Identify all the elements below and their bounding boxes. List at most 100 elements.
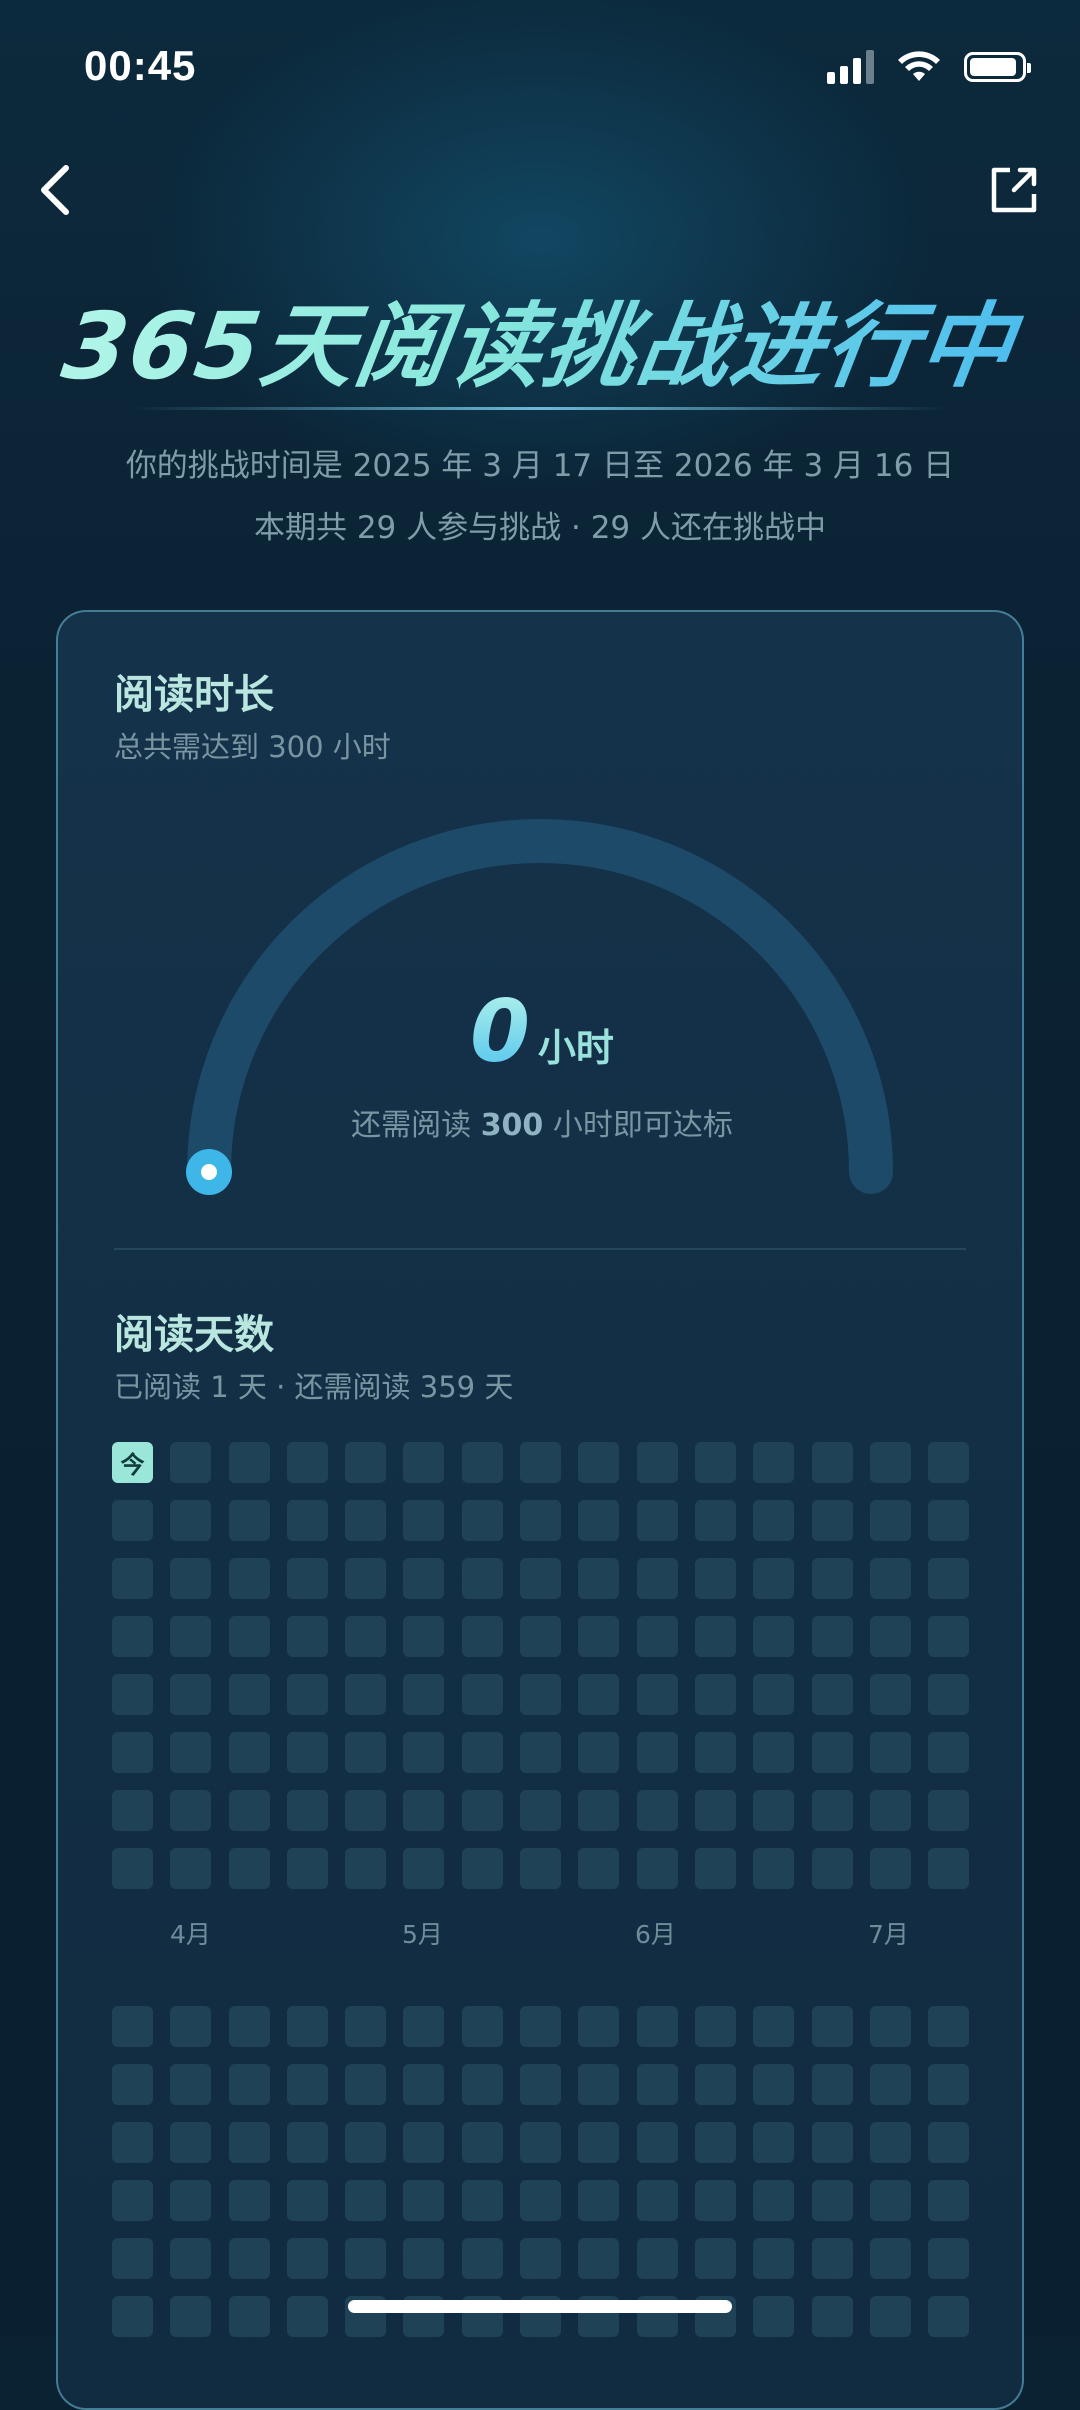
day-cell <box>869 1674 911 1715</box>
status-icons <box>827 50 1031 84</box>
day-cell <box>753 1500 795 1541</box>
day-cell <box>520 2180 562 2221</box>
day-cell <box>403 2006 445 2047</box>
day-cell <box>228 2064 270 2105</box>
day-cell <box>345 2006 387 2047</box>
day-cell <box>112 2006 153 2047</box>
day-cell <box>928 1790 970 1831</box>
day-cell <box>461 1442 503 1483</box>
day-cell <box>928 2006 970 2047</box>
day-cell <box>403 1790 445 1831</box>
day-cell <box>228 1616 270 1657</box>
day-cell <box>520 1848 562 1889</box>
day-cell <box>170 2122 212 2163</box>
day-cell <box>636 2064 678 2105</box>
day-cell <box>869 2296 911 2337</box>
day-cell <box>869 1732 911 1773</box>
day-cell <box>694 1790 736 1831</box>
day-cell <box>636 1674 678 1715</box>
home-indicator[interactable] <box>348 2300 732 2313</box>
day-cell <box>286 1442 328 1483</box>
day-cell <box>753 2180 795 2221</box>
day-cell <box>112 2296 153 2337</box>
day-cell <box>578 1848 620 1889</box>
day-cell <box>345 2122 387 2163</box>
day-cell <box>345 2238 387 2279</box>
day-cell <box>345 1616 387 1657</box>
day-cell <box>636 1558 678 1599</box>
day-cell <box>753 2238 795 2279</box>
day-cell <box>811 1848 853 1889</box>
day-cell <box>694 1558 736 1599</box>
reading-days-grid: 今 <box>112 1442 970 1889</box>
day-cell <box>811 2064 853 2105</box>
status-time: 00:45 <box>84 42 197 89</box>
day-cell <box>753 1558 795 1599</box>
day-cell <box>461 2122 503 2163</box>
day-cell <box>694 1732 736 1773</box>
day-cell <box>578 1674 620 1715</box>
day-cell <box>228 1848 270 1889</box>
day-cell <box>286 2006 328 2047</box>
day-cell <box>228 1732 270 1773</box>
day-cell <box>520 1732 562 1773</box>
day-cell <box>811 2006 853 2047</box>
day-cell <box>869 1848 911 1889</box>
day-cell <box>403 1442 445 1483</box>
day-cell <box>578 1790 620 1831</box>
day-cell <box>286 2296 328 2337</box>
day-cell <box>112 1674 153 1715</box>
day-cell <box>694 2238 736 2279</box>
day-cell <box>228 1790 270 1831</box>
day-cell <box>461 2238 503 2279</box>
day-cell <box>636 1848 678 1889</box>
day-cell <box>170 2296 212 2337</box>
gauge-knob-center <box>201 1164 217 1180</box>
day-cell <box>112 2064 153 2105</box>
day-cell <box>753 1732 795 1773</box>
day-cell <box>228 1500 270 1541</box>
day-cell <box>928 1674 970 1715</box>
day-cell <box>112 1790 153 1831</box>
day-cell <box>461 2180 503 2221</box>
day-cell <box>694 2064 736 2105</box>
month-labels: 4月 5月 6月 7月 <box>58 1915 1026 1955</box>
day-cell <box>170 1674 212 1715</box>
reading-days-title: 阅读天数 <box>114 1312 274 1358</box>
day-cell <box>403 2180 445 2221</box>
day-cell <box>869 2122 911 2163</box>
reading-hours-display: 0 小时 <box>58 982 1026 1082</box>
month-label: 4月 <box>170 1920 211 1949</box>
day-cell <box>345 2180 387 2221</box>
day-cell <box>753 1790 795 1831</box>
day-cell <box>811 1674 853 1715</box>
month-label: 5月 <box>402 1920 443 1949</box>
day-cell <box>520 2064 562 2105</box>
day-cell <box>286 2238 328 2279</box>
day-cell <box>578 2122 620 2163</box>
day-cell <box>578 1442 620 1483</box>
day-cell <box>112 1616 153 1657</box>
day-cell <box>753 2006 795 2047</box>
day-cell <box>928 2064 970 2105</box>
day-cell <box>461 1790 503 1831</box>
day-cell <box>636 2006 678 2047</box>
day-cell <box>112 1848 153 1889</box>
day-cell <box>811 2122 853 2163</box>
month-label: 6月 <box>635 1920 676 1949</box>
day-cell <box>228 2238 270 2279</box>
day-cell <box>403 2064 445 2105</box>
day-cell <box>520 2006 562 2047</box>
day-cell <box>578 2238 620 2279</box>
day-cell <box>461 1500 503 1541</box>
day-cell <box>112 2122 153 2163</box>
day-cell <box>170 1558 212 1599</box>
day-cell <box>811 1790 853 1831</box>
day-cell <box>869 1442 911 1483</box>
day-cell <box>170 2006 212 2047</box>
share-icon[interactable] <box>984 160 1044 220</box>
day-cell <box>928 1616 970 1657</box>
back-arrow-icon[interactable] <box>28 160 88 220</box>
reading-days-subtitle: 已阅读 1 天 · 还需阅读 359 天 <box>114 1370 514 1404</box>
day-cell <box>694 2180 736 2221</box>
